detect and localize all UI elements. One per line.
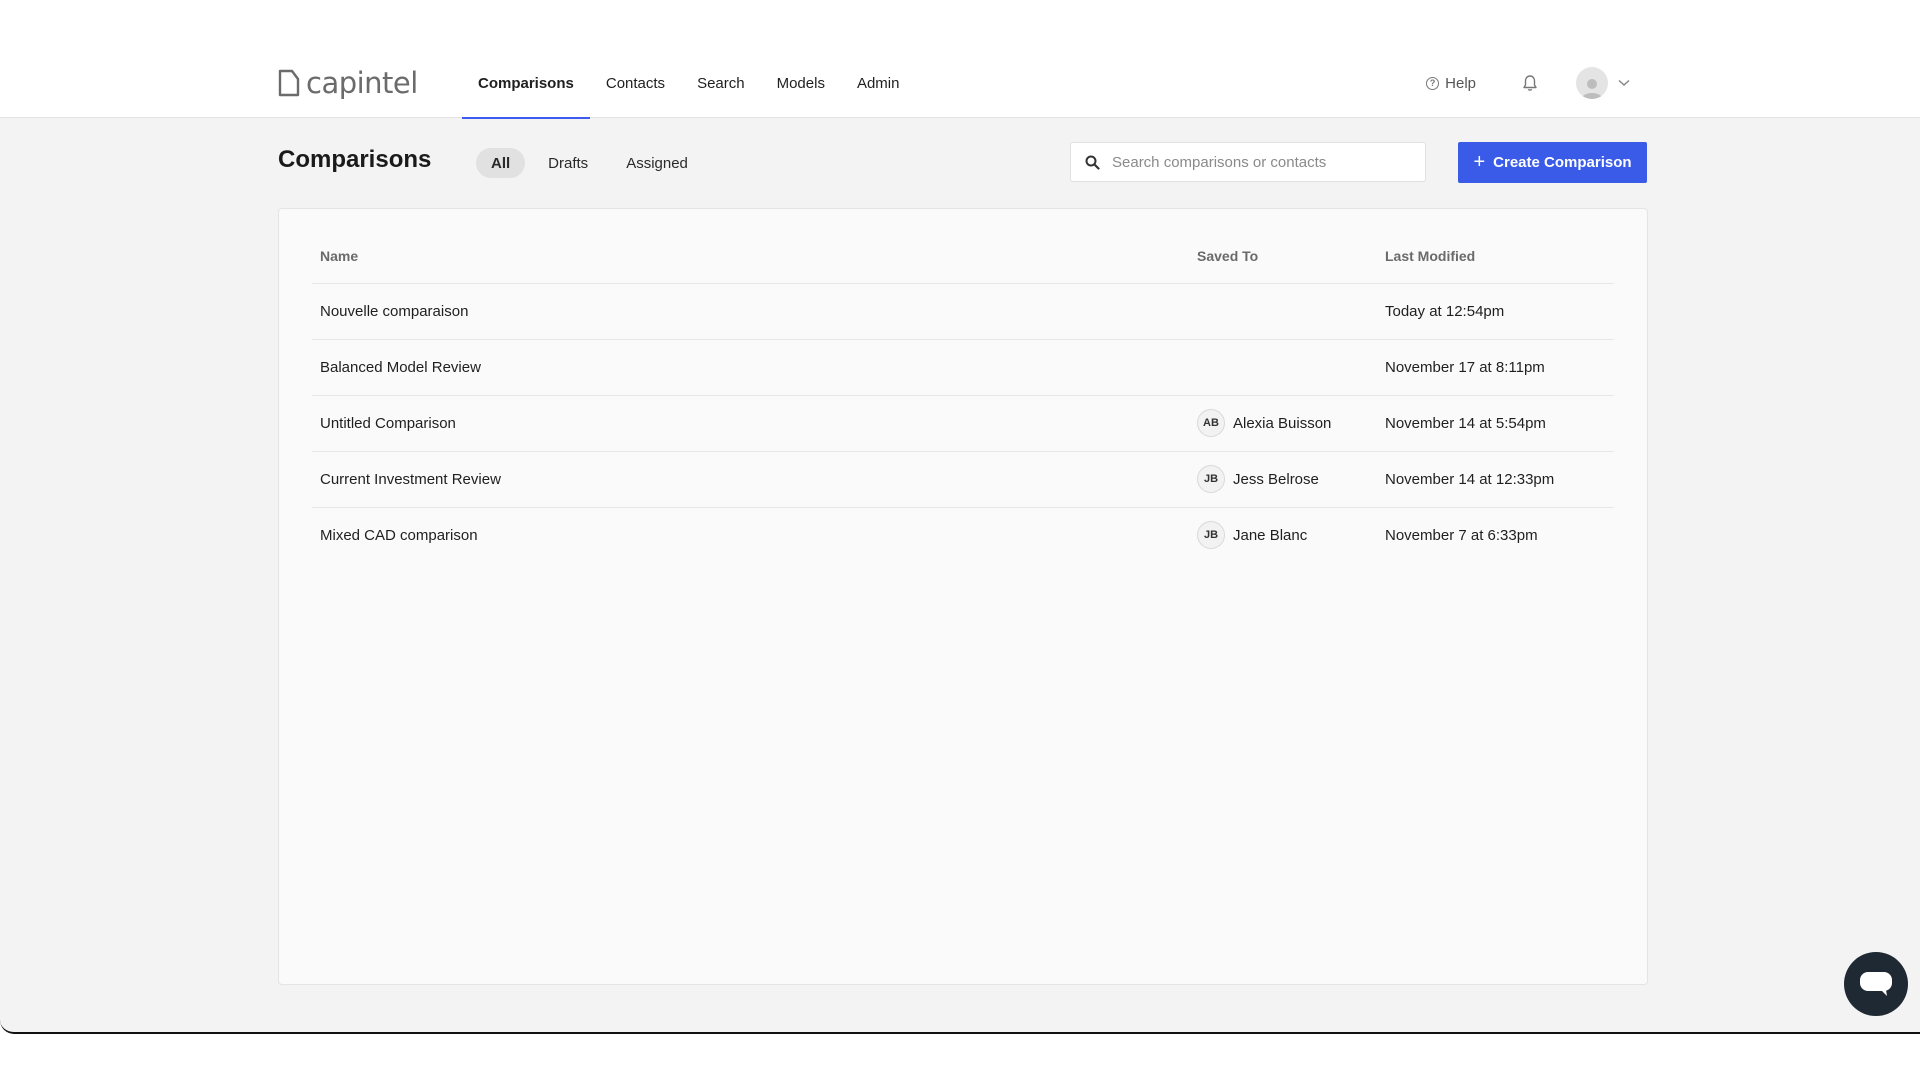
- avatar: [1576, 67, 1608, 99]
- chat-launcher-button[interactable]: [1844, 952, 1908, 1016]
- row-name[interactable]: Mixed CAD comparison: [312, 507, 1189, 563]
- column-header-last-modified[interactable]: Last Modified: [1377, 229, 1614, 284]
- chevron-down-icon: [1618, 79, 1630, 87]
- main-content: Comparisons All Drafts Assigned + Create…: [278, 118, 1648, 985]
- nav-models[interactable]: Models: [761, 48, 841, 118]
- row-last-modified: November 14 at 12:33pm: [1377, 451, 1614, 508]
- row-name[interactable]: Current Investment Review: [312, 451, 1189, 508]
- navbar: capintel Comparisons Contacts Search Mod…: [0, 48, 1920, 119]
- search-icon: [1085, 155, 1100, 170]
- initials-avatar: AB: [1197, 409, 1225, 437]
- row-name[interactable]: Balanced Model Review: [312, 339, 1189, 396]
- main-nav: Comparisons Contacts Search Models Admin: [462, 48, 916, 119]
- row-last-modified: November 14 at 5:54pm: [1377, 395, 1614, 452]
- brand-name: capintel: [306, 66, 418, 100]
- row-saved-to: [1189, 283, 1377, 340]
- table-row[interactable]: Nouvelle comparaison Today at 12:54pm: [312, 283, 1614, 340]
- column-header-name[interactable]: Name: [312, 229, 1189, 284]
- row-last-modified: November 7 at 6:33pm: [1385, 526, 1538, 544]
- nav-search[interactable]: Search: [681, 48, 761, 118]
- notifications-button[interactable]: [1522, 74, 1538, 92]
- row-saved-to: AB Alexia Buisson: [1189, 395, 1377, 452]
- create-comparison-button[interactable]: + Create Comparison: [1458, 142, 1647, 183]
- saved-to-name: Alexia Buisson: [1233, 414, 1332, 432]
- table-row[interactable]: Mixed CAD comparison JB Jane Blanc Novem…: [312, 507, 1614, 563]
- comparisons-table: Name Saved To Last Modified Nouvelle com…: [312, 229, 1614, 563]
- saved-to-name: Jess Belrose: [1233, 470, 1319, 488]
- filter-drafts[interactable]: Drafts: [533, 148, 603, 178]
- row-saved-to: JB Jane Blanc: [1189, 507, 1377, 563]
- user-silhouette-icon: [1582, 79, 1602, 99]
- plus-icon: +: [1473, 150, 1486, 173]
- comparisons-table-card: Name Saved To Last Modified Nouvelle com…: [278, 208, 1648, 985]
- table-header-row: Name Saved To Last Modified: [312, 229, 1614, 284]
- row-last-modified: Today at 12:54pm: [1377, 283, 1614, 340]
- saved-to-name: Jane Blanc: [1233, 526, 1308, 544]
- filter-assigned[interactable]: Assigned: [611, 148, 703, 178]
- row-last-modified: November 17 at 8:11pm: [1377, 339, 1614, 396]
- nav-right: ? Help: [1426, 48, 1630, 118]
- chat-icon: [1860, 972, 1892, 996]
- filter-tabs: All Drafts Assigned: [476, 148, 703, 178]
- top-spacer: [0, 0, 1920, 48]
- search-input[interactable]: [1112, 153, 1402, 171]
- nav-comparisons[interactable]: Comparisons: [462, 48, 590, 119]
- logo-mark-icon: [278, 69, 300, 97]
- initials-avatar: JB: [1197, 465, 1225, 493]
- help-link[interactable]: ? Help: [1426, 75, 1476, 92]
- help-label: Help: [1445, 74, 1476, 92]
- help-circle-icon: ?: [1426, 76, 1440, 90]
- bell-icon: [1523, 75, 1537, 91]
- row-name[interactable]: Untitled Comparison: [312, 395, 1189, 452]
- search-box: [1070, 142, 1426, 182]
- column-header-saved-to[interactable]: Saved To: [1189, 229, 1377, 284]
- row-saved-to: [1189, 339, 1377, 396]
- brand-logo[interactable]: capintel: [278, 61, 418, 105]
- create-comparison-label: Create Comparison: [1493, 154, 1632, 171]
- nav-admin[interactable]: Admin: [841, 48, 916, 118]
- app-window: capintel Comparisons Contacts Search Mod…: [0, 0, 1920, 1034]
- user-menu-button[interactable]: [1576, 67, 1630, 99]
- filter-all[interactable]: All: [476, 148, 526, 178]
- row-name[interactable]: Nouvelle comparaison: [312, 283, 1189, 340]
- page-header: Comparisons All Drafts Assigned + Create…: [278, 118, 1648, 208]
- nav-contacts[interactable]: Contacts: [590, 48, 681, 118]
- table-row[interactable]: Current Investment Review JB Jess Belros…: [312, 451, 1614, 508]
- initials-avatar: JB: [1197, 521, 1225, 550]
- row-saved-to: JB Jess Belrose: [1189, 451, 1377, 508]
- table-row[interactable]: Untitled Comparison AB Alexia Buisson No…: [312, 395, 1614, 452]
- table-row[interactable]: Balanced Model Review November 17 at 8:1…: [312, 339, 1614, 396]
- page-title: Comparisons: [278, 146, 432, 173]
